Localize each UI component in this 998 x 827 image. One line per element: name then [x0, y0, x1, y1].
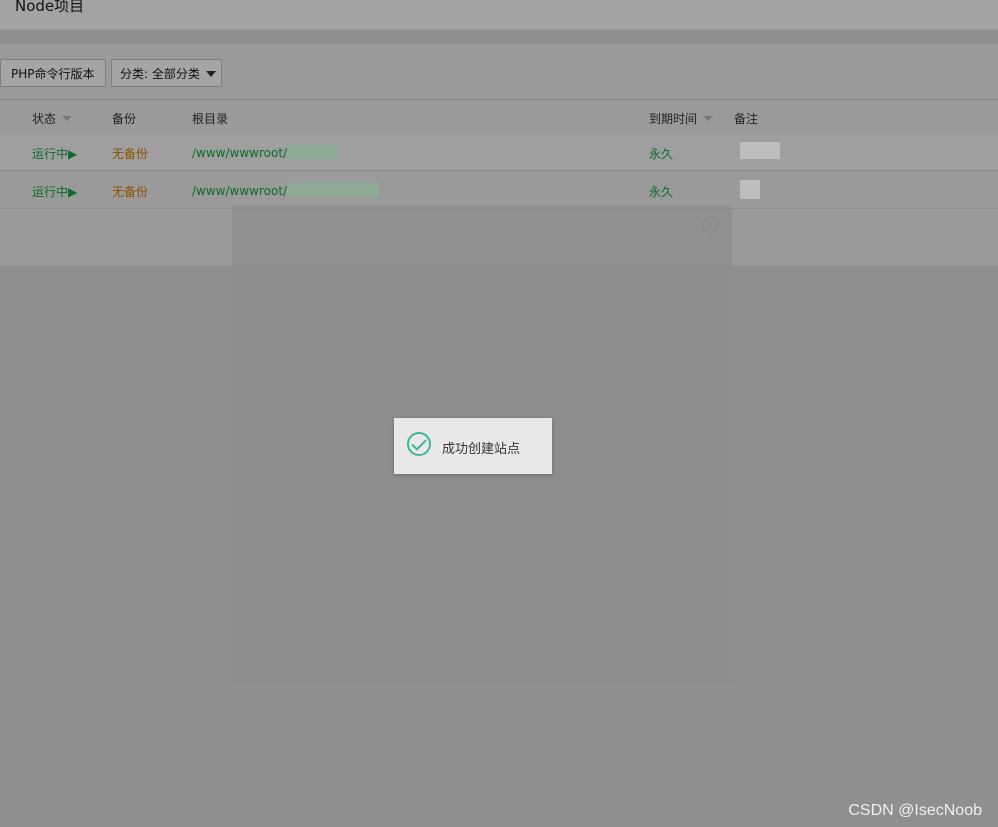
- page-title: Node项目: [15, 0, 85, 15]
- root-path-text: /www/wwwroot/: [192, 184, 288, 198]
- category-select[interactable]: 分类: 全部分类: [111, 59, 222, 87]
- root-path-link[interactable]: /www/wwwroot/: [192, 183, 380, 198]
- sort-down-icon: [703, 116, 714, 121]
- status-running-link[interactable]: 运行中▶: [32, 183, 77, 200]
- root-path-text: /www/wwwroot/: [192, 146, 288, 160]
- table-row: 运行中▶ 无备份 /www/wwwroot/ 永久: [0, 133, 998, 171]
- note-field[interactable]: [740, 142, 780, 159]
- column-status-label: 状态: [32, 112, 57, 126]
- redacted-block: [287, 183, 380, 197]
- column-note: 备注: [734, 112, 759, 126]
- table-header: 状态 备份 根目录 到期时间 备注: [0, 99, 998, 134]
- toast-message: 成功创建站点: [442, 442, 521, 457]
- sort-down-icon: [62, 116, 73, 121]
- backup-link[interactable]: 无备份: [112, 145, 148, 162]
- column-status[interactable]: 状态: [32, 110, 73, 127]
- top-bar: Node项目: [0, 0, 998, 30]
- note-field[interactable]: [740, 180, 760, 199]
- chevron-down-icon: [205, 71, 216, 77]
- column-expiry[interactable]: 到期时间: [649, 110, 714, 127]
- status-running-link[interactable]: 运行中▶: [32, 145, 77, 162]
- root-path-link[interactable]: /www/wwwroot/: [192, 145, 340, 160]
- table-row: 运行中▶ 无备份 /www/wwwroot/ 永久: [0, 171, 998, 209]
- column-backup: 备份: [112, 112, 137, 126]
- watermark: CSDN @IsecNoob: [848, 802, 982, 819]
- close-icon[interactable]: ×: [702, 217, 718, 233]
- expiry-link[interactable]: 永久: [649, 145, 673, 162]
- redacted-block: [287, 145, 340, 159]
- column-root: 根目录: [192, 112, 229, 126]
- php-cli-version-button[interactable]: PHP命令行版本: [0, 59, 106, 87]
- check-circle-icon: [407, 432, 431, 456]
- category-select-label: 分类: 全部分类: [120, 67, 200, 81]
- backup-link[interactable]: 无备份: [112, 183, 148, 200]
- success-toast: 成功创建站点: [394, 418, 552, 474]
- expiry-link[interactable]: 永久: [649, 183, 673, 200]
- column-expiry-label: 到期时间: [649, 112, 698, 126]
